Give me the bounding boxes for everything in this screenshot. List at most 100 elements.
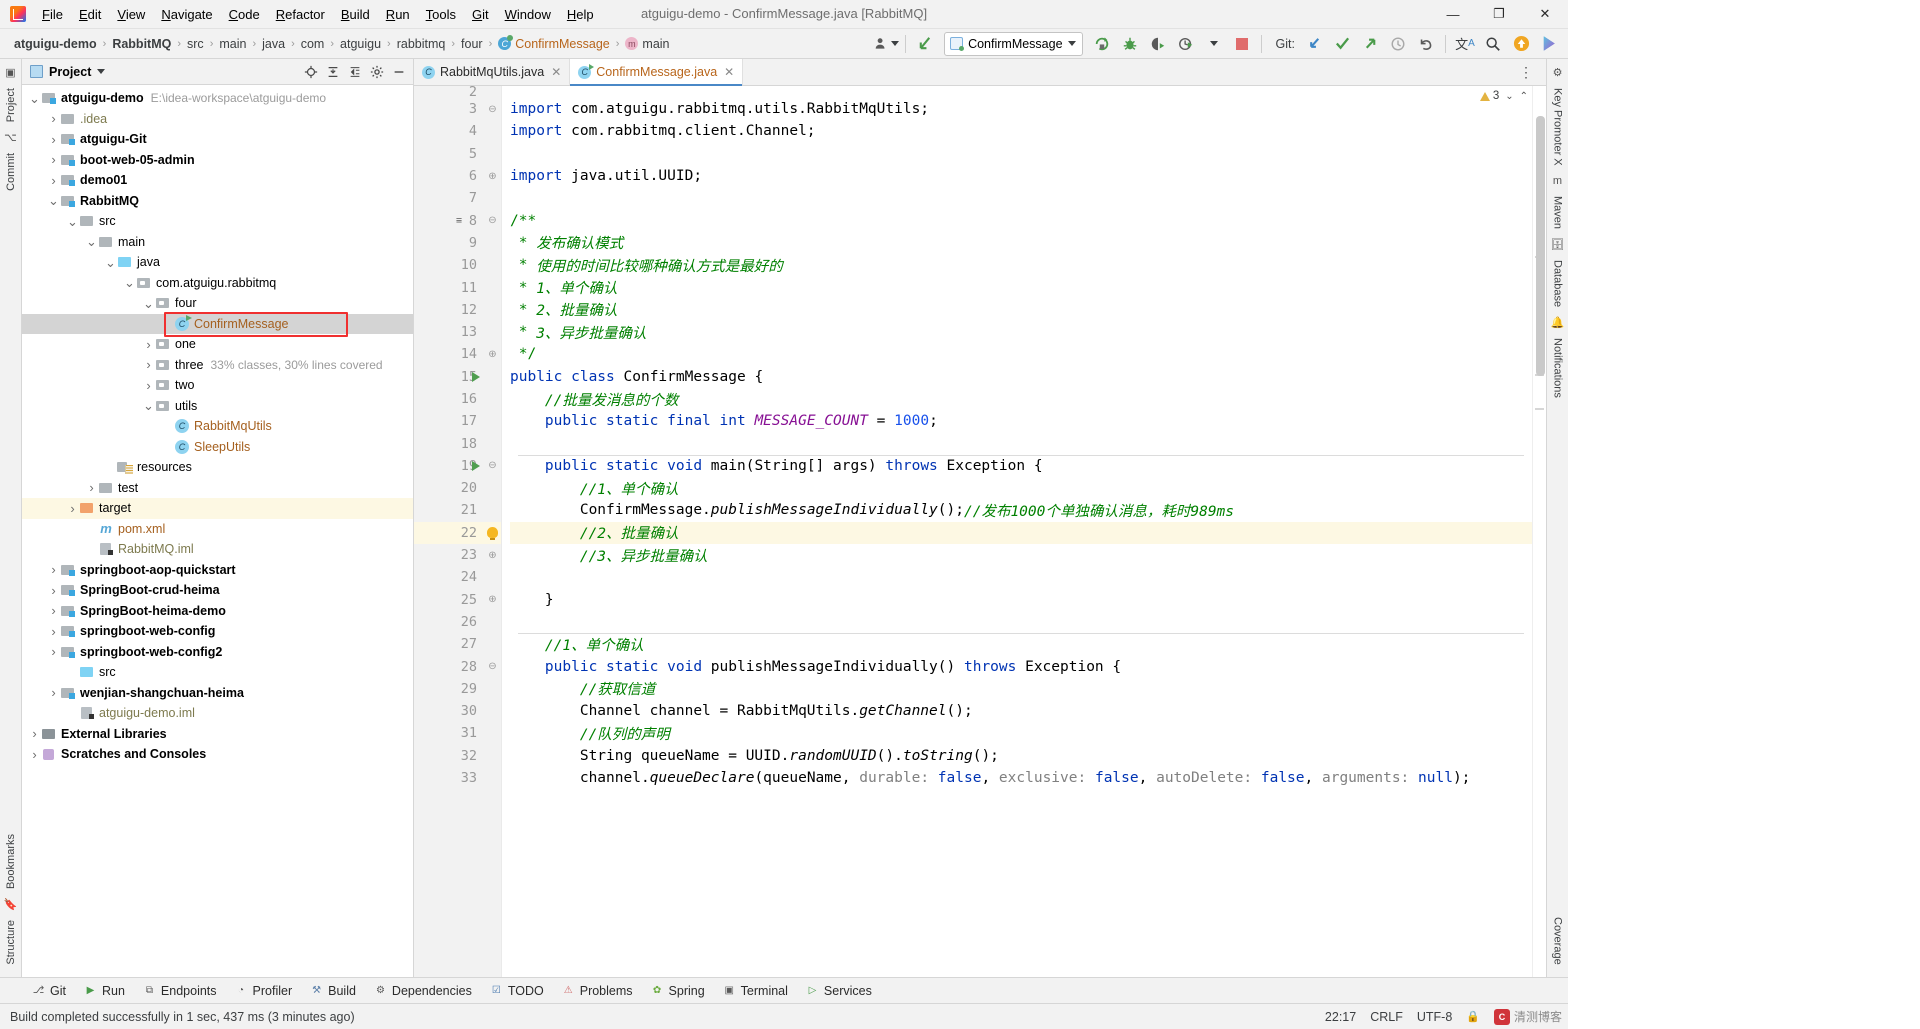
run-icon[interactable] [1089,32,1115,56]
menu-item-run[interactable]: Run [378,4,418,25]
bottom-tab-git[interactable]: ⎇ Git [24,982,74,1000]
ide-icon[interactable] [1536,32,1562,56]
chevron-right-icon[interactable]: › [47,604,60,617]
chevron-right-icon[interactable]: › [47,563,60,576]
tree-node-resources[interactable]: resources [22,457,413,478]
chevron-right-icon[interactable]: › [47,153,60,166]
hide-icon[interactable] [389,62,409,82]
breadcrumb-item-main[interactable]: m main [621,35,673,53]
profiler-dropdown-icon[interactable] [1201,32,1227,56]
chevron-right-icon[interactable]: › [142,338,155,351]
run-gutter-icon[interactable] [472,371,480,382]
bottom-tab-problems[interactable]: ⚠ Problems [554,982,641,1000]
fold-marker-22[interactable] [484,521,501,544]
tree-node-springboot-web-config2[interactable]: › springboot-web-config2 [22,642,413,663]
chevron-right-icon[interactable]: › [142,379,155,392]
editor-tabs[interactable]: C RabbitMqUtils.java ✕ C ConfirmMessage.java… [414,59,1546,86]
settings-icon[interactable] [367,62,387,82]
chevron-down-icon[interactable]: ⌄ [142,297,155,310]
tree-node-rabbitmqutils[interactable]: C RabbitMqUtils [22,416,413,437]
breadcrumb-item-confirmmessage[interactable]: C ConfirmMessage [494,35,613,53]
chevron-right-icon[interactable]: › [47,584,60,597]
more-options-icon[interactable]: ⋮ [1513,64,1540,81]
chevron-down-icon[interactable]: ⌄ [1505,91,1513,102]
tree-node-wenjian-shangchuan-heima[interactable]: › wenjian-shangchuan-heima [22,683,413,704]
tree-node-three[interactable]: › three 33% classes, 30% lines covered [22,355,413,376]
strip-item-notifications[interactable]: Notifications [1552,332,1564,404]
chevron-right-icon[interactable]: › [28,727,41,740]
breadcrumb-item-java[interactable]: java [258,35,289,53]
update-project-icon[interactable] [1301,32,1327,56]
close-icon[interactable]: ✕ [551,65,561,79]
tree-node-confirmmessage[interactable]: C ConfirmMessage [22,313,413,334]
tree-node-rabbitmq[interactable]: ⌄ RabbitMQ [22,191,413,212]
menu-item-git[interactable]: Git [464,4,497,25]
tree-node-springboot-crud-heima[interactable]: › SpringBoot-crud-heima [22,580,413,601]
breadcrumb-item-src[interactable]: src [183,35,208,53]
menu-item-tools[interactable]: Tools [418,4,464,25]
tree-node-utils[interactable]: ⌄ utils [22,396,413,417]
menu-item-view[interactable]: View [109,4,153,25]
tree-node-atguigu-git[interactable]: › atguigu-Git [22,129,413,150]
chevron-down-icon[interactable]: ⌄ [142,399,155,412]
menu-item-file[interactable]: File [34,4,71,25]
locate-icon[interactable] [301,62,321,82]
tree-node-sleeputils[interactable]: C SleepUtils [22,437,413,458]
chevron-right-icon[interactable]: › [47,112,60,125]
chevron-down-icon[interactable]: ⌄ [66,215,79,228]
bottom-tool-window-bar[interactable]: ⎇ Git ▶ Run ⧉ Endpoints ◔ Profiler ⚒ Build ⚙ Depend… [0,977,1568,1003]
editor-tab-rabbitmqutils-java[interactable]: C RabbitMqUtils.java ✕ [414,59,571,85]
collapse-all-icon[interactable] [323,62,343,82]
strip-item-commit[interactable]: Commit [5,147,17,197]
tree-node-two[interactable]: › two [22,375,413,396]
project-tree[interactable]: ⌄ atguigu-demo E:\idea-workspace\atguigu-d… [22,85,413,977]
intention-bulb-icon[interactable] [487,527,498,541]
tree-node-java[interactable]: ⌄ java [22,252,413,273]
tree-node-demo01[interactable]: › demo01 [22,170,413,191]
minimize-button[interactable]: — [1430,0,1476,29]
translate-icon[interactable]: 文A [1452,32,1478,56]
menu-item-edit[interactable]: Edit [71,4,109,25]
menu-item-window[interactable]: Window [497,4,559,25]
close-button[interactable]: ✕ [1522,0,1568,29]
avatar-icon[interactable] [873,32,899,56]
bottom-tab-endpoints[interactable]: ⧉ Endpoints [135,982,225,1000]
menu-item-help[interactable]: Help [559,4,602,25]
main-menu[interactable]: File Edit View Navigate Code Refactor Build Run… [34,4,602,25]
fold-marker-8[interactable]: ⊖ [484,209,501,231]
chevron-right-icon[interactable]: › [85,481,98,494]
menu-item-code[interactable]: Code [221,4,268,25]
chevron-down-icon[interactable]: ⌄ [123,276,136,289]
bottom-tab-todo[interactable]: ☑ TODO [482,982,552,1000]
fold-marker-28[interactable]: ⊖ [484,655,501,677]
strip-item-key-promoter-x[interactable]: Key Promoter X [1552,82,1564,172]
tree-node-atguigu-demo[interactable]: ⌄ atguigu-demo E:\idea-workspace\atguigu-d… [22,88,413,109]
tree-node-src[interactable]: ⌄ src [22,211,413,232]
menu-item-build[interactable]: Build [333,4,378,25]
stop-icon[interactable] [1229,32,1255,56]
chevron-down-icon[interactable]: ⌄ [47,194,60,207]
tree-node-scratches-and-consoles[interactable]: › Scratches and Consoles [22,744,413,765]
tree-node-target[interactable]: › target [22,498,413,519]
chevron-right-icon[interactable]: › [47,133,60,146]
bottom-tab-profiler[interactable]: ◔ Profiler [227,982,301,1000]
fold-marker-25[interactable]: ⊕ [484,589,501,611]
chevron-down-icon[interactable]: ⌄ [28,92,41,105]
fold-marker-19[interactable]: ⊖ [484,455,501,477]
breadcrumb-item-rabbitmq[interactable]: RabbitMQ [108,35,175,53]
run-coverage-icon[interactable] [1145,32,1171,56]
tree-node-pom-xml[interactable]: m pom.xml [22,519,413,540]
chevron-right-icon[interactable]: › [47,625,60,638]
strip-item-maven[interactable]: Maven [1552,190,1564,235]
fold-gutter[interactable]: ⊖ ⊕ ⊖ ⊕ ⊖ ⊕ ⊕ ⊖ [484,86,502,977]
close-icon[interactable]: ✕ [724,65,734,79]
chevron-right-icon[interactable]: › [66,502,79,515]
editor-tab-confirmmessage-java[interactable]: C ConfirmMessage.java ✕ [570,59,744,86]
chevron-down-icon[interactable]: ⌄ [85,235,98,248]
search-icon[interactable] [1480,32,1506,56]
tree-node-one[interactable]: › one [22,334,413,355]
lock-icon[interactable]: 🔒 [1466,1010,1480,1023]
tree-node-springboot-heima-demo[interactable]: › SpringBoot-heima-demo [22,601,413,622]
bottom-tab-services[interactable]: ▷ Services [798,982,880,1000]
bottom-tab-run[interactable]: ▶ Run [76,982,133,1000]
